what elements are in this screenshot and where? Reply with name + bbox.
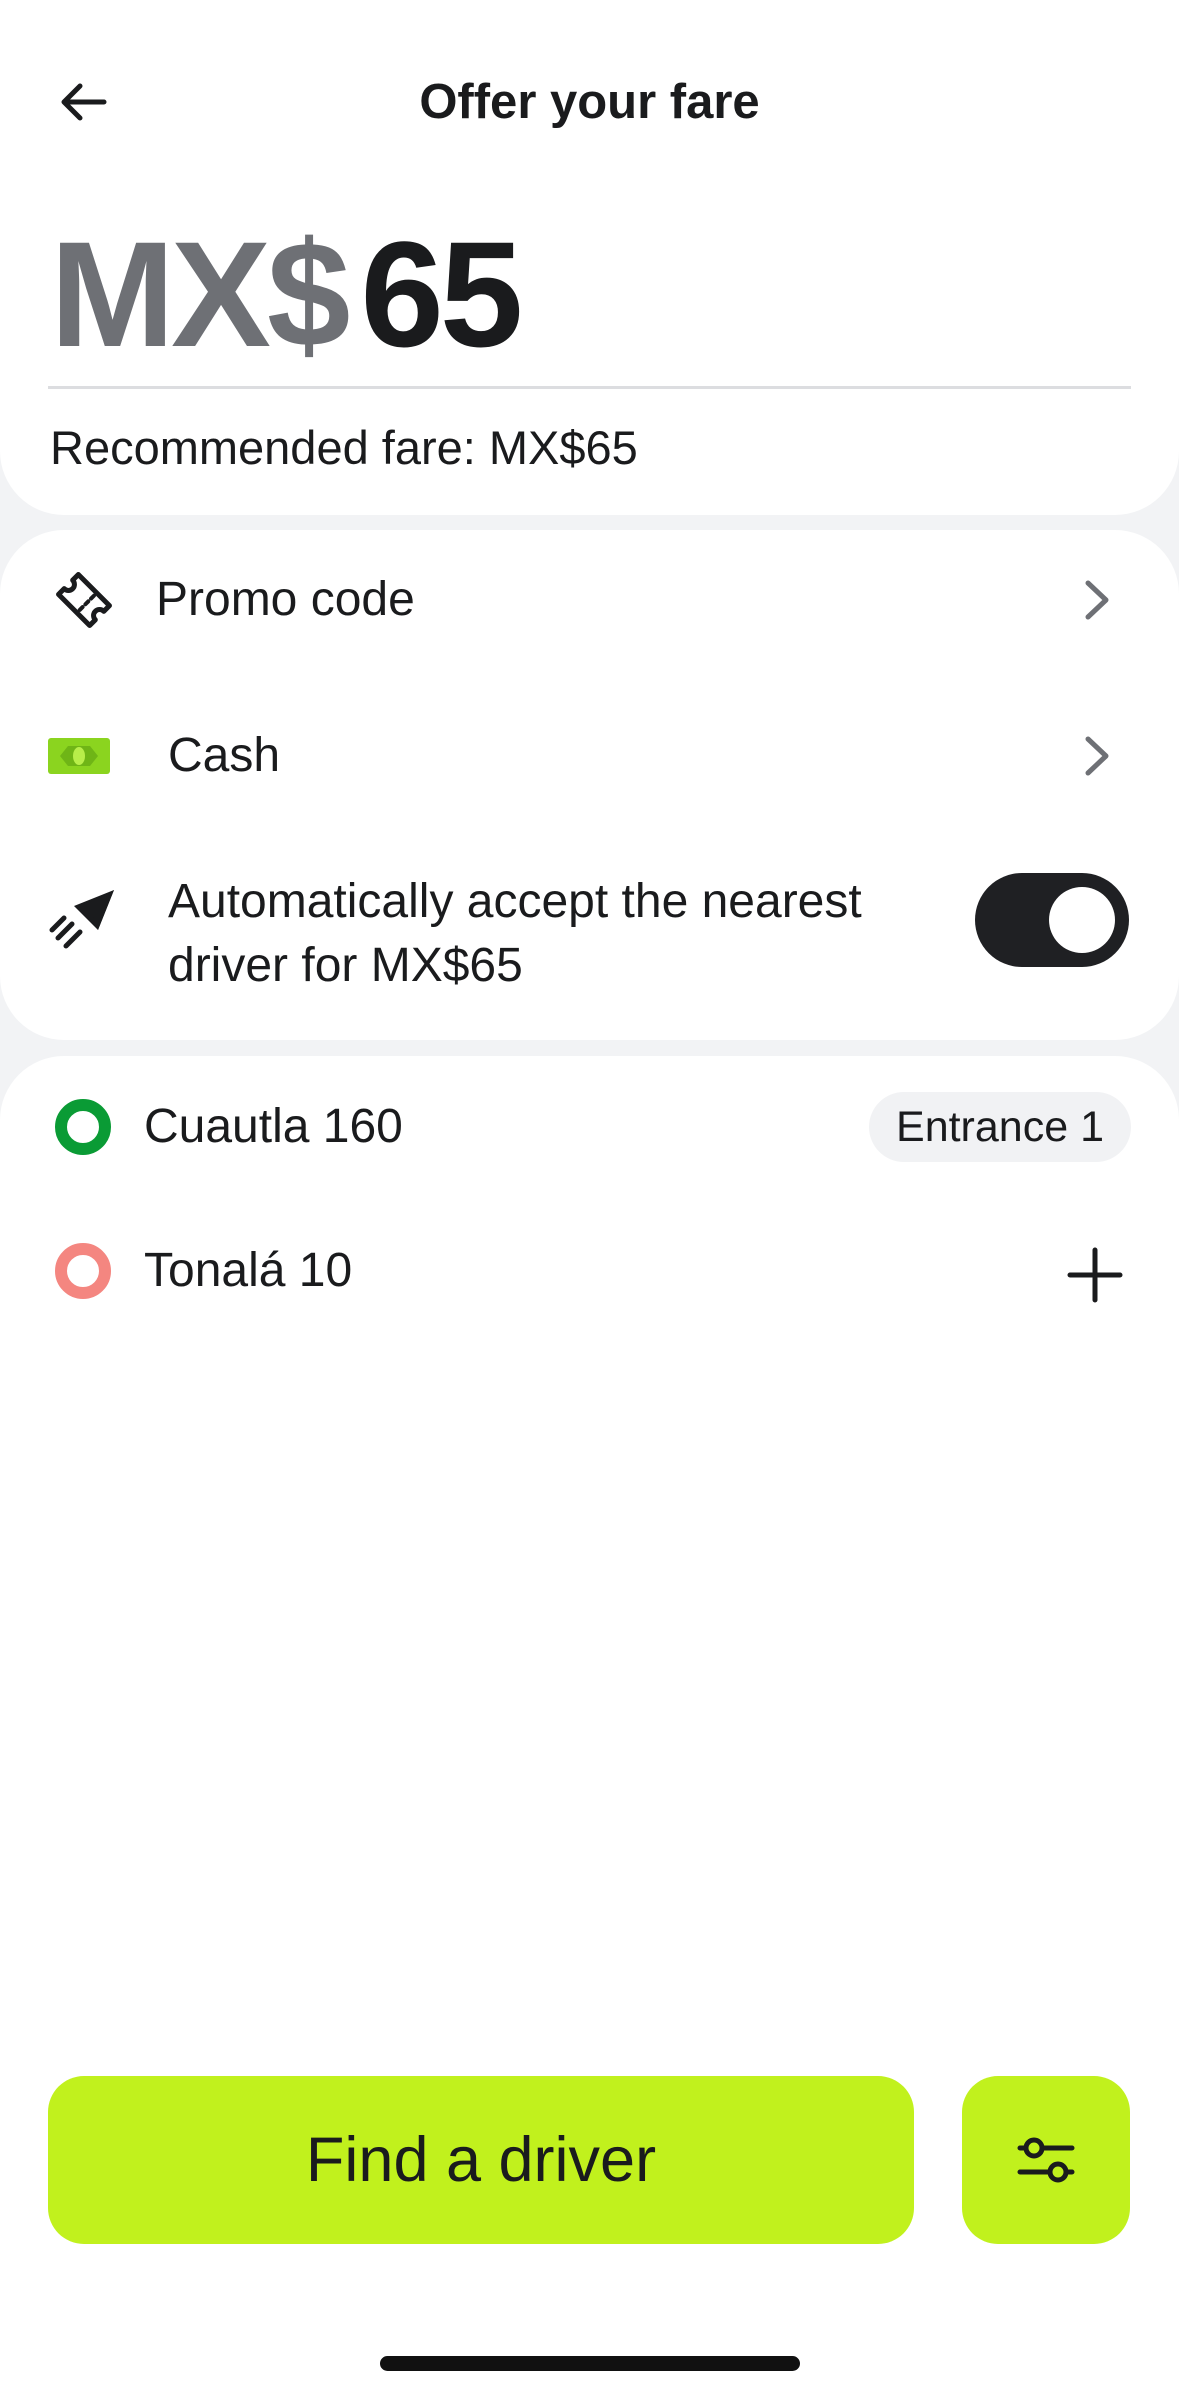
payment-method-label: Cash — [168, 729, 281, 782]
fare-input[interactable]: MX$ 65 — [50, 210, 523, 378]
promo-code-label: Promo code — [156, 573, 415, 626]
toggle-knob — [1049, 887, 1115, 953]
find-driver-button[interactable]: Find a driver — [48, 2076, 914, 2244]
add-stop-button[interactable] — [1060, 1240, 1130, 1310]
page-title: Offer your fare — [419, 75, 760, 129]
fare-amount: 65 — [360, 210, 523, 378]
payment-method-row[interactable]: Cash — [0, 706, 1179, 806]
auto-accept-label-line2: driver for MX$65 — [168, 939, 523, 992]
promo-code-row[interactable]: Promo code — [0, 550, 1179, 650]
ride-settings-button[interactable] — [962, 2076, 1130, 2244]
chevron-right-icon — [1077, 570, 1117, 630]
paper-plane-icon — [48, 884, 120, 956]
sliders-icon — [1017, 2137, 1075, 2183]
plus-icon — [1067, 1247, 1123, 1303]
pickup-marker-icon — [55, 1099, 111, 1155]
recommended-fare: Recommended fare: MX$65 — [50, 421, 638, 474]
fare-divider — [48, 386, 1131, 389]
pickup-address: Cuautla 160 — [144, 1100, 403, 1153]
chevron-right-icon — [1077, 726, 1117, 786]
ticket-icon — [48, 564, 120, 636]
destination-row[interactable]: Tonalá 10 — [0, 1224, 1179, 1318]
auto-accept-label-line1: Automatically accept the nearest — [168, 875, 862, 928]
entrance-chip[interactable]: Entrance 1 — [869, 1092, 1131, 1162]
fare-card: Offer your fare MX$ 65 Recommended fare:… — [0, 0, 1179, 515]
fare-currency: MX$ — [50, 210, 350, 378]
cash-icon — [48, 736, 110, 776]
auto-accept-toggle[interactable] — [975, 873, 1129, 967]
home-indicator — [380, 2356, 800, 2371]
destination-marker-icon — [55, 1243, 111, 1299]
destination-address: Tonalá 10 — [144, 1244, 353, 1297]
